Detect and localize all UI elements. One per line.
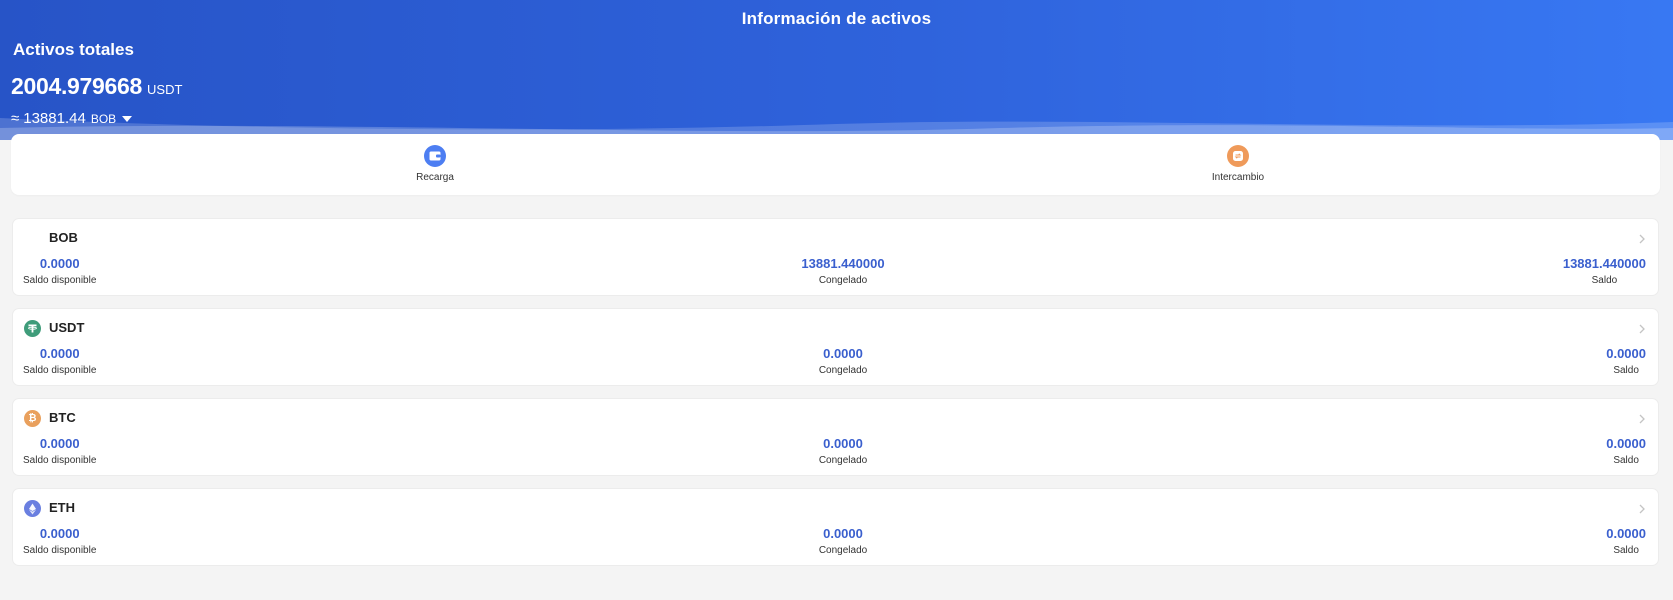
frozen-balance-value: 0.0000 <box>823 436 863 451</box>
total-assets-value: 2004.979668 <box>11 73 143 99</box>
available-balance: 0.0000 Saldo disponible <box>23 436 96 466</box>
frozen-balance: 13881.440000 Congelado <box>753 256 933 286</box>
exchange-label: Intercambio <box>1211 172 1265 183</box>
available-balance-value: 0.0000 <box>39 346 80 361</box>
chevron-right-icon <box>1639 324 1645 334</box>
total-balance-value: 0.0000 <box>1606 526 1646 541</box>
total-balance-label: Saldo <box>1613 455 1639 466</box>
available-balance-label: Saldo disponible <box>23 545 97 556</box>
recharge-button[interactable]: Recarga <box>375 145 495 183</box>
approx-fiat-value: 13881.44 <box>23 110 86 127</box>
frozen-balance: 0.0000 Congelado <box>753 436 933 466</box>
total-balance-value: 13881.440000 <box>1562 256 1646 271</box>
total-balance-value: 0.0000 <box>1606 346 1646 361</box>
total-balance-label: Saldo <box>1613 545 1639 556</box>
chevron-right-icon <box>1639 504 1645 514</box>
ethereum-icon <box>24 500 41 517</box>
quick-actions-card: Recarga Intercambio <box>11 134 1660 195</box>
recharge-label: Recarga <box>416 172 454 183</box>
approx-fiat-unit: BOB <box>90 112 117 126</box>
frozen-balance-label: Congelado <box>818 365 868 376</box>
frozen-balance-label: Congelado <box>818 275 868 286</box>
asset-card-bob[interactable]: BOB 0.0000 Saldo disponible 13881.440000… <box>12 218 1659 296</box>
chevron-right-icon <box>1639 234 1645 244</box>
frozen-balance-label: Congelado <box>818 545 868 556</box>
exchange-button[interactable]: Intercambio <box>1178 145 1298 183</box>
available-balance-label: Saldo disponible <box>23 455 97 466</box>
available-balance-value: 0.0000 <box>39 436 80 451</box>
asset-card-usdt[interactable]: USDT 0.0000 Saldo disponible 0.0000 Cong… <box>12 308 1659 386</box>
asset-card-eth[interactable]: ETH 0.0000 Saldo disponible 0.0000 Conge… <box>12 488 1659 566</box>
total-assets-unit: USDT <box>147 82 183 97</box>
asset-name: USDT <box>49 320 85 335</box>
available-balance: 0.0000 Saldo disponible <box>23 526 96 556</box>
available-balance: 0.0000 Saldo disponible <box>23 256 96 286</box>
available-balance-value: 0.0000 <box>39 526 80 541</box>
page-title: Información de activos <box>741 9 932 28</box>
caret-down-icon[interactable] <box>122 115 133 122</box>
total-balance: 0.0000 Saldo <box>1606 526 1646 556</box>
frozen-balance: 0.0000 Congelado <box>753 526 933 556</box>
available-balance-value: 0.0000 <box>39 256 80 271</box>
total-assets-row: 2004.979668 USDT <box>11 73 182 100</box>
total-balance-value: 0.0000 <box>1606 436 1646 451</box>
available-balance: 0.0000 Saldo disponible <box>23 346 96 376</box>
asset-name: BTC <box>49 410 76 425</box>
available-balance-label: Saldo disponible <box>23 365 97 376</box>
wallet-icon <box>424 145 446 167</box>
total-balance-label: Saldo <box>1613 365 1639 376</box>
total-balance-label: Saldo <box>1591 275 1618 286</box>
bitcoin-icon: ₿ <box>24 410 41 427</box>
frozen-balance: 0.0000 Congelado <box>753 346 933 376</box>
available-balance-label: Saldo disponible <box>23 275 97 286</box>
asset-name: ETH <box>49 500 75 515</box>
chevron-right-icon <box>1639 414 1645 424</box>
fiat-currency-selector[interactable]: ≈ 13881.44 BOB <box>11 110 133 127</box>
total-balance: 13881.440000 Saldo <box>1563 256 1646 286</box>
frozen-balance-value: 0.0000 <box>823 526 863 541</box>
total-assets-label: Activos totales <box>13 40 134 59</box>
total-balance: 0.0000 Saldo <box>1606 346 1646 376</box>
approx-symbol: ≈ <box>11 110 20 127</box>
tether-icon <box>24 320 41 337</box>
frozen-balance-value: 0.0000 <box>823 346 863 361</box>
asset-name: BOB <box>49 230 78 245</box>
exchange-icon <box>1227 145 1249 167</box>
total-balance: 0.0000 Saldo <box>1606 436 1646 466</box>
asset-card-btc[interactable]: ₿ BTC 0.0000 Saldo disponible 0.0000 Con… <box>12 398 1659 476</box>
asset-summary-header: Información de activos Activos totales 2… <box>0 0 1673 148</box>
frozen-balance-label: Congelado <box>818 455 868 466</box>
frozen-balance-value: 13881.440000 <box>801 256 885 271</box>
